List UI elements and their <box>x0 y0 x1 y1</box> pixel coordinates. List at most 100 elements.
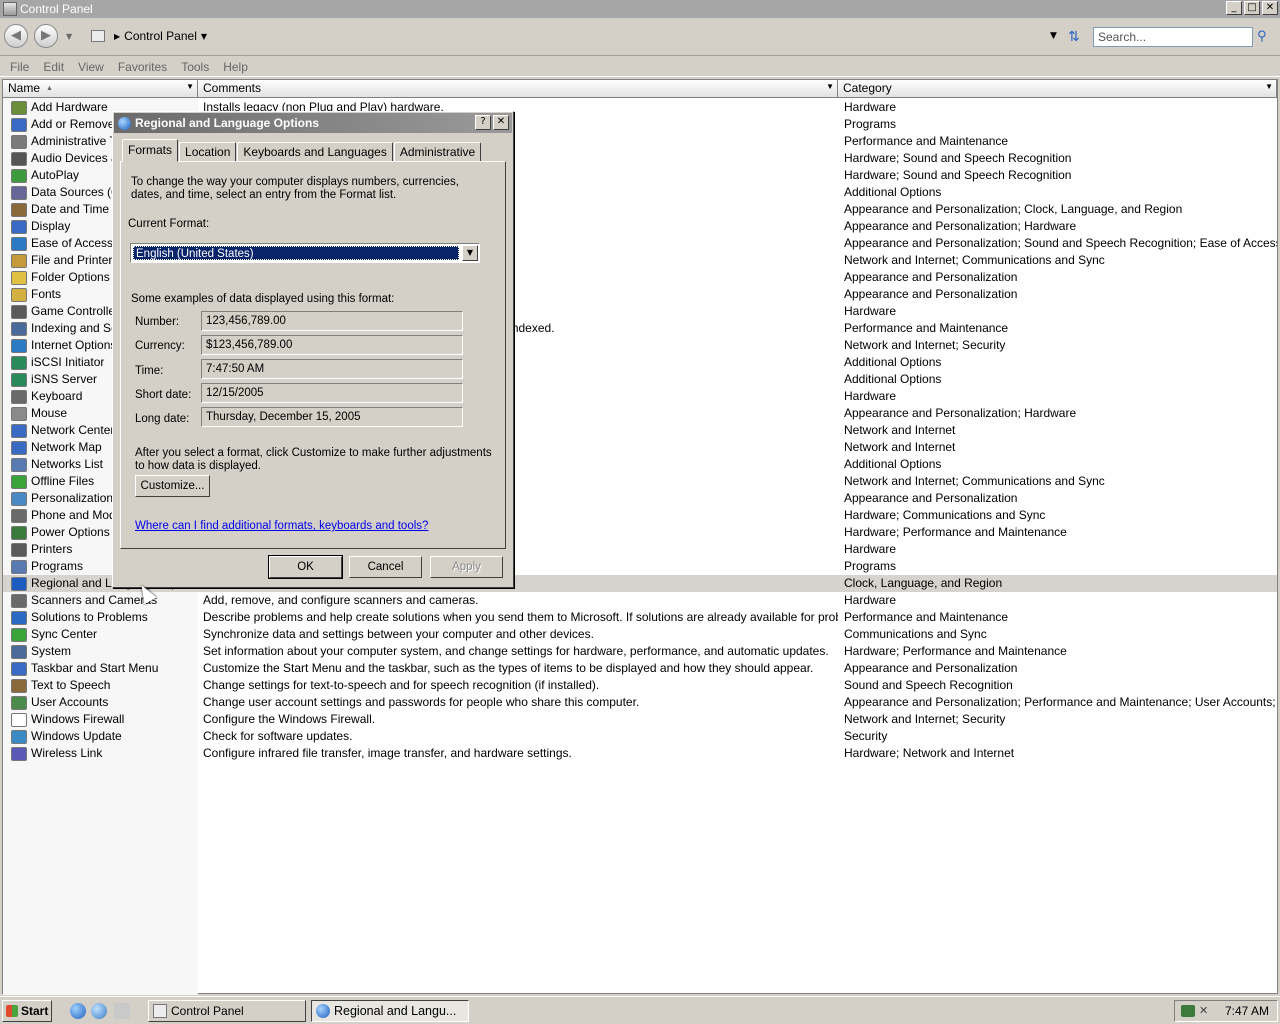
column-header-name[interactable]: Name ▲ ▼ <box>3 80 198 98</box>
menu-view[interactable]: View <box>78 60 104 74</box>
row-category: Hardware <box>844 593 897 607</box>
network-icon[interactable] <box>1181 1005 1195 1017</box>
applet-icon <box>11 202 27 217</box>
table-row[interactable]: Taskbar and Start Menu Customize the Star… <box>3 660 1277 677</box>
menu-help[interactable]: Help <box>223 60 248 74</box>
row-name[interactable]: Scanners and Cameras <box>3 592 198 609</box>
row-name[interactable]: Windows Firewall <box>3 711 198 728</box>
row-name[interactable]: User Accounts <box>3 694 198 711</box>
volume-icon[interactable]: ✕ <box>1199 1005 1208 1017</box>
tab-administrative[interactable]: Administrative <box>393 142 482 162</box>
window-title: Control Panel <box>20 2 93 16</box>
tab-formats[interactable]: Formats <box>122 139 179 162</box>
row-category: Hardware; Sound and Speech Recognition <box>844 151 1072 165</box>
applet-icon <box>11 253 27 268</box>
history-dropdown-icon[interactable]: ▼ <box>66 32 72 41</box>
task-control-panel[interactable]: Control Panel <box>148 1000 306 1022</box>
table-row[interactable]: Sync Center Synchronize data and settings… <box>3 626 1277 643</box>
table-row[interactable]: Text to Speech Change settings for text-t… <box>3 677 1277 694</box>
row-name[interactable]: Windows Update <box>3 728 198 745</box>
menu-tools[interactable]: Tools <box>181 60 209 74</box>
row-name[interactable]: System <box>3 643 198 660</box>
tab-keyboards-languages[interactable]: Keyboards and Languages <box>237 142 393 162</box>
address-dropdown-icon[interactable]: ▼ <box>1050 31 1057 41</box>
table-row[interactable]: Solutions to Problems Describe problems a… <box>3 609 1277 626</box>
tab-location[interactable]: Location <box>179 142 237 162</box>
column-filter-icon[interactable]: ▼ <box>186 82 194 91</box>
row-name-label: AutoPlay <box>31 168 80 182</box>
table-row[interactable]: Windows Update Check for software updates… <box>3 728 1277 745</box>
chevron-down-icon[interactable]: ▼ <box>462 245 478 261</box>
breadcrumb-control-panel[interactable]: Control Panel <box>124 29 197 43</box>
breadcrumb-dropdown-icon[interactable]: ▼ <box>201 32 207 41</box>
maximize-button[interactable]: □ <box>1244 1 1260 15</box>
internet-explorer-icon[interactable] <box>70 1003 86 1019</box>
apply-button[interactable]: Apply <box>430 556 503 578</box>
breadcrumb-chevron-icon[interactable]: ▶ <box>114 32 120 41</box>
row-comment: Set information about your computer syst… <box>203 644 829 658</box>
row-name-label: Offline Files <box>31 474 95 488</box>
applet-icon <box>11 491 27 506</box>
refresh-icon[interactable]: ⇅ <box>1068 29 1080 45</box>
row-name-label: Date and Time <box>31 202 110 216</box>
applet-icon <box>11 525 27 540</box>
start-button[interactable]: Start <box>2 1000 52 1022</box>
forward-button[interactable]: ▶ <box>34 24 58 48</box>
applet-icon <box>11 117 27 132</box>
dialog-close-button[interactable]: ✕ <box>493 115 509 130</box>
column-filter-icon[interactable]: ▼ <box>1265 82 1273 91</box>
additional-formats-link[interactable]: Where can I find additional formats, key… <box>135 520 428 532</box>
customize-button[interactable]: Customize... <box>135 475 210 497</box>
menu-file[interactable]: File <box>10 60 29 74</box>
table-row[interactable]: System Set information about your compute… <box>3 643 1277 660</box>
address-field[interactable]: ▶ Control Panel ▼ <box>88 26 1066 46</box>
row-comment: Customize the Start Menu and the taskbar… <box>203 661 814 675</box>
row-name[interactable]: Text to Speech <box>3 677 198 694</box>
menu-edit[interactable]: Edit <box>43 60 64 74</box>
row-name[interactable]: Solutions to Problems <box>3 609 198 626</box>
regional-language-dialog: Regional and Language Options ? ✕ Format… <box>112 111 514 588</box>
table-row[interactable]: User Accounts Change user account setting… <box>3 694 1277 711</box>
folder-icon <box>153 1004 167 1018</box>
table-row[interactable]: Windows Firewall Configure the Windows Fi… <box>3 711 1277 728</box>
clock[interactable]: 7:47 AM <box>1225 1004 1269 1018</box>
applet-icon <box>11 151 27 166</box>
applet-icon <box>11 270 27 285</box>
column-filter-icon[interactable]: ▼ <box>826 82 834 91</box>
search-input[interactable]: Search... <box>1093 27 1253 47</box>
minimize-button[interactable]: _ <box>1226 1 1242 15</box>
row-category: Network and Internet; Security <box>844 338 1006 352</box>
row-name-label: Network Center <box>31 423 115 437</box>
show-desktop-icon[interactable] <box>114 1003 130 1019</box>
browser-icon[interactable] <box>91 1003 107 1019</box>
task-regional-language[interactable]: Regional and Langu... <box>311 1000 469 1022</box>
intro-text: To change the way your computer displays… <box>131 176 459 201</box>
help-button[interactable]: ? <box>475 115 491 130</box>
row-name[interactable]: Wireless Link <box>3 745 198 762</box>
globe-icon <box>316 1004 330 1018</box>
long-date-example: Thursday, December 15, 2005 <box>201 407 463 427</box>
row-name-label: Networks List <box>31 457 104 471</box>
row-name-label: Internet Options <box>31 338 117 352</box>
back-button[interactable]: ◀ <box>4 24 28 48</box>
dialog-tabs: Formats Location Keyboards and Languages… <box>122 139 482 162</box>
column-header-comments[interactable]: Comments ▼ <box>198 80 838 98</box>
row-comment: Change settings for text-to-speech and f… <box>203 678 600 692</box>
table-row[interactable]: Scanners and Cameras Add, remove, and con… <box>3 592 1277 609</box>
row-name[interactable]: Sync Center <box>3 626 198 643</box>
search-icon[interactable]: ⚲ <box>1257 29 1267 44</box>
menu-favorites[interactable]: Favorites <box>118 60 167 74</box>
close-button[interactable]: ✕ <box>1262 1 1278 15</box>
ok-button[interactable]: OK <box>268 555 343 579</box>
row-name-label: Display <box>31 219 71 233</box>
applet-icon <box>11 746 27 761</box>
cancel-button[interactable]: Cancel <box>349 556 422 578</box>
row-name-label: iSNS Server <box>31 372 98 386</box>
column-header-category[interactable]: Category ▼ <box>838 80 1277 98</box>
row-name[interactable]: Taskbar and Start Menu <box>3 660 198 677</box>
number-example: 123,456,789.00 <box>201 311 463 331</box>
row-name-label: Power Options <box>31 525 110 539</box>
table-row[interactable]: Wireless Link Configure infrared file tra… <box>3 745 1277 762</box>
current-format-select[interactable]: English (United States) ▼ <box>130 243 480 263</box>
applet-icon <box>11 576 27 591</box>
